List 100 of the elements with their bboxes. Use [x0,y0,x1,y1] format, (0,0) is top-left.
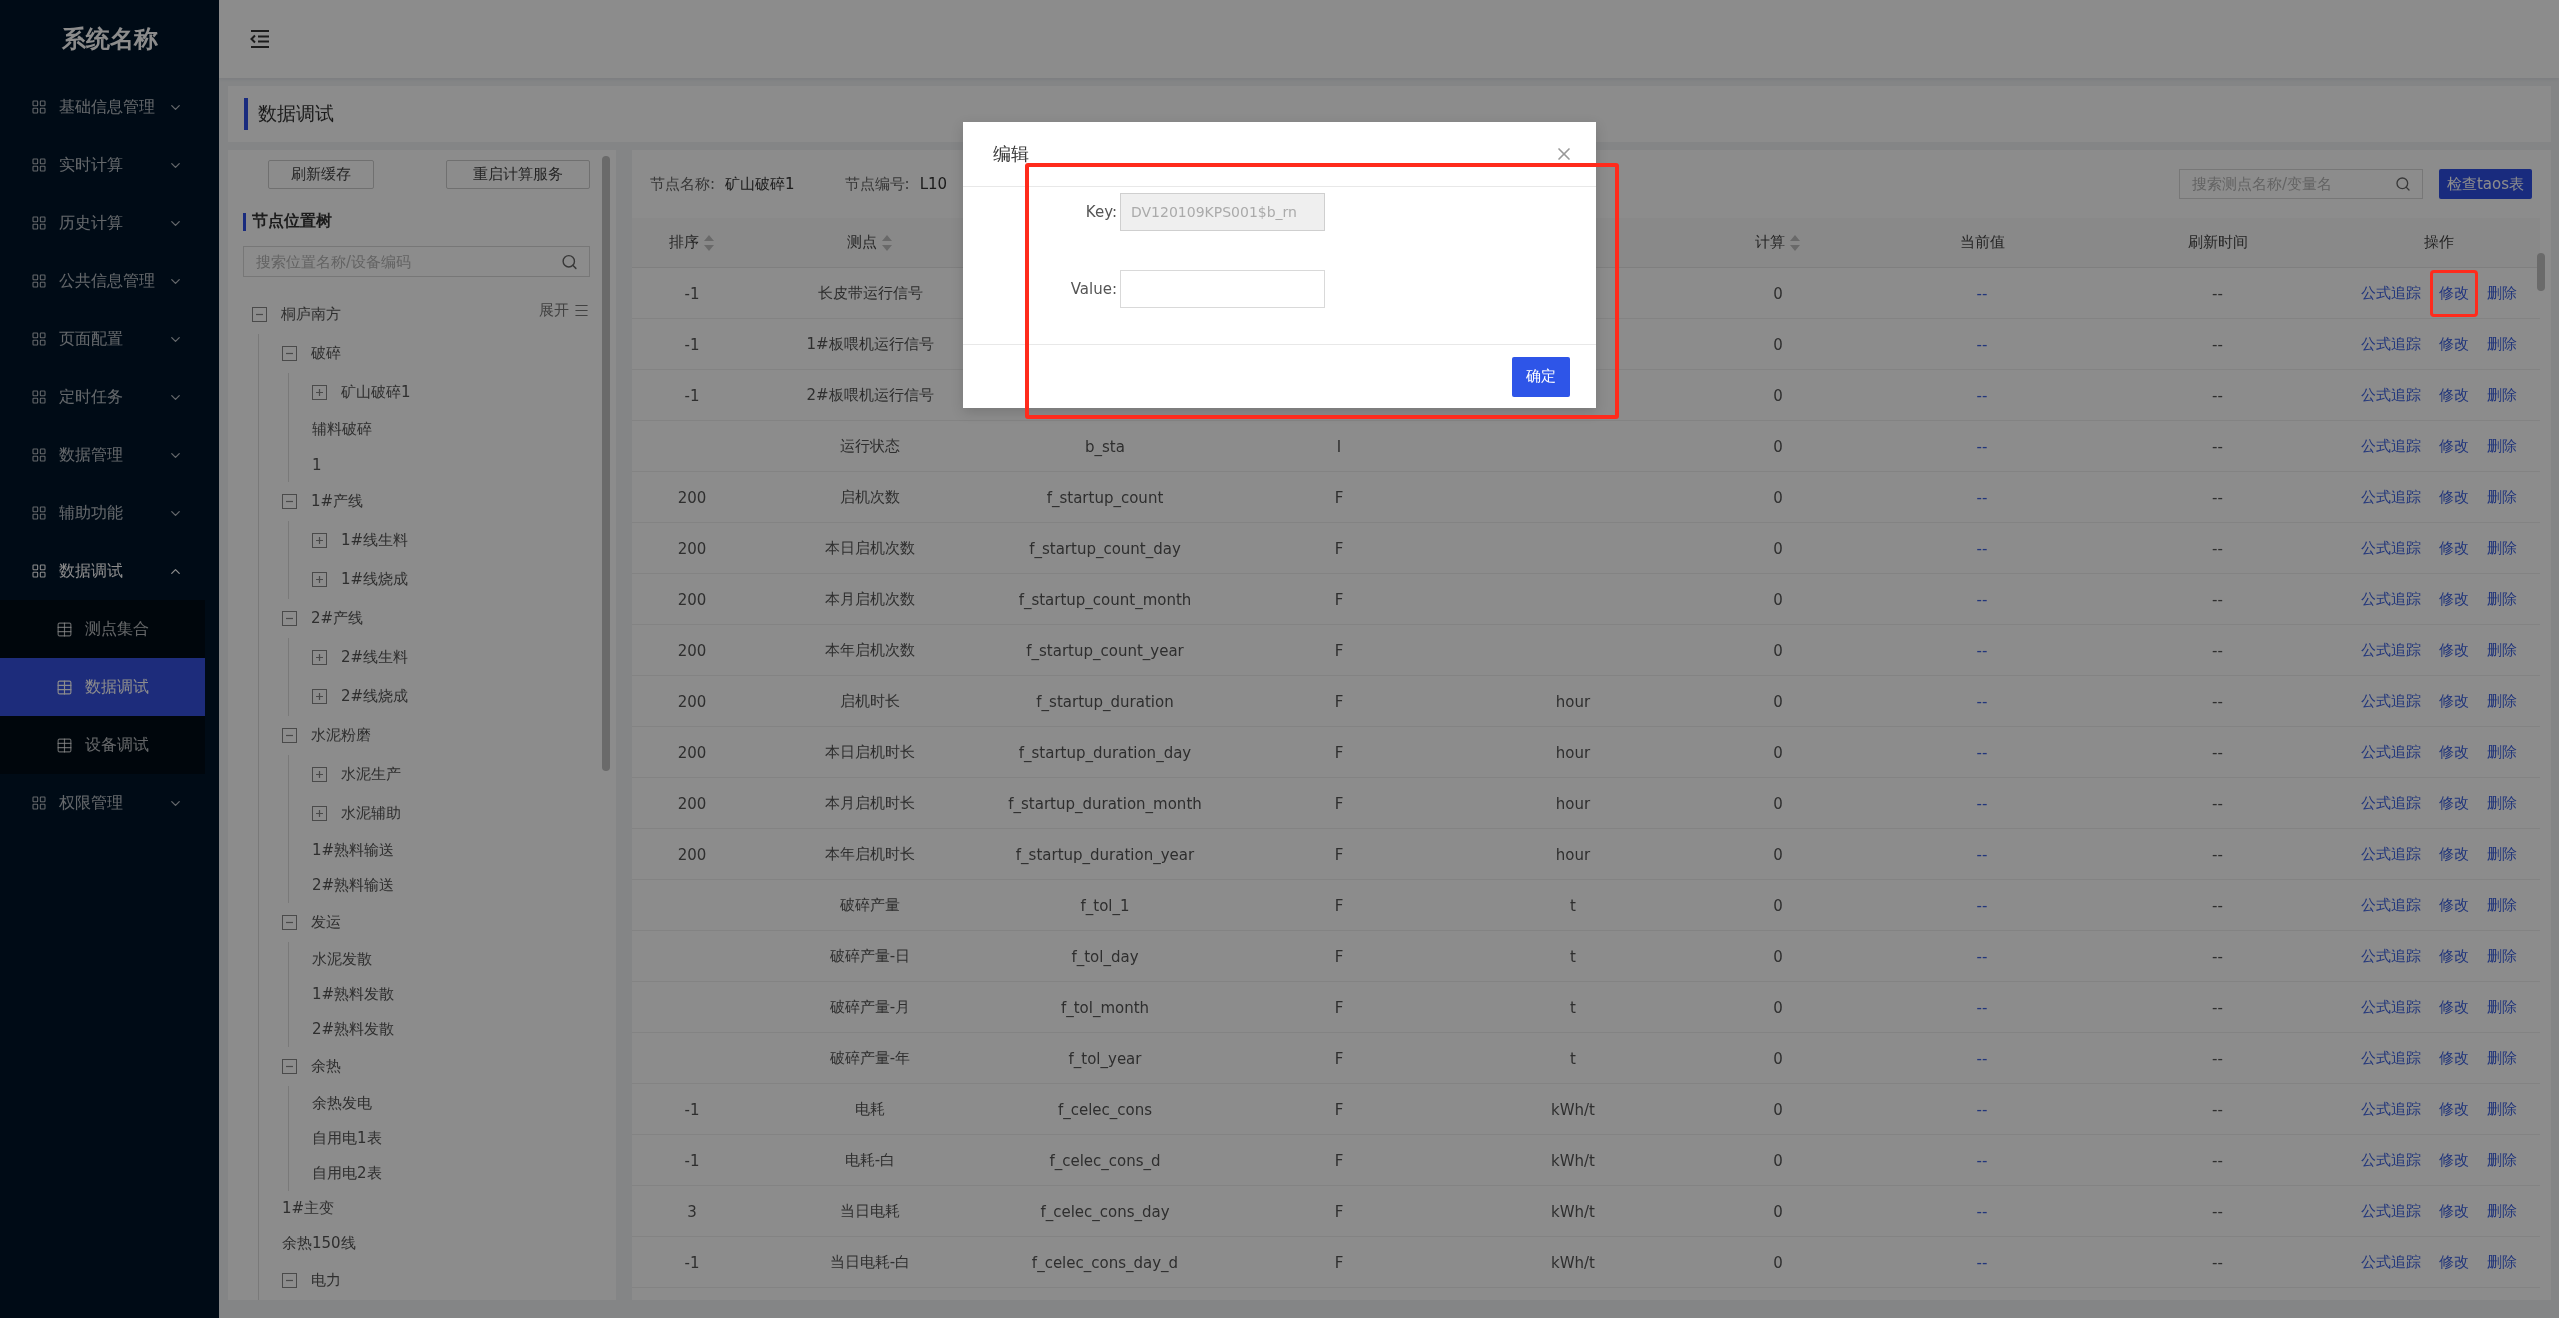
tree-node[interactable]: 1#熟料发散 [312,985,395,1004]
sidebar-item[interactable]: 定时任务 [0,368,205,426]
action-link[interactable]: 删除 [2486,692,2517,711]
tree-node[interactable]: 1#线生料 [341,531,409,550]
tree-node[interactable]: 余热发电 [312,1094,372,1113]
action-link[interactable]: 公式追踪 [2360,641,2421,660]
action-link[interactable]: 公式追踪 [2360,947,2421,966]
collapse-icon[interactable] [282,915,297,930]
collapse-icon[interactable] [282,728,297,743]
column-header[interactable]: 计算 [1755,233,1801,252]
action-link[interactable]: 修改 [2429,270,2478,317]
collapse-icon[interactable] [282,346,297,361]
column-header[interactable]: 排序 [669,233,715,252]
action-link[interactable]: 修改 [2438,896,2469,915]
action-link[interactable]: 公式追踪 [2360,488,2421,507]
sidebar-subitem[interactable]: 设备调试 [0,716,205,774]
action-link[interactable]: 删除 [2486,743,2517,762]
action-link[interactable]: 公式追踪 [2360,794,2421,813]
tree-node[interactable]: 水泥粉磨 [311,726,371,745]
expand-icon[interactable] [312,650,327,665]
action-link[interactable]: 修改 [2438,947,2469,966]
toolbar-button[interactable]: 重启计算服务 [446,160,590,189]
collapse-icon[interactable] [282,494,297,509]
action-link[interactable]: 修改 [2438,488,2469,507]
tree-node[interactable]: 1#产线 [311,492,364,511]
tree-node[interactable]: 自用电2表 [312,1164,382,1183]
tree-node[interactable]: 2#线生料 [341,648,409,667]
action-link[interactable]: 删除 [2486,947,2517,966]
action-link[interactable]: 删除 [2486,845,2517,864]
sidebar-item[interactable]: 公共信息管理 [0,252,205,310]
sidebar-item[interactable]: 辅助功能 [0,484,205,542]
action-link[interactable]: 修改 [2438,1100,2469,1119]
action-link[interactable]: 删除 [2486,1253,2517,1272]
action-link[interactable]: 公式追踪 [2360,284,2421,303]
sidebar-item[interactable]: 权限管理 [0,774,205,832]
action-link[interactable]: 删除 [2486,488,2517,507]
action-link[interactable]: 修改 [2438,692,2469,711]
tree-node[interactable]: 1#主变 [282,1199,335,1218]
action-link[interactable]: 公式追踪 [2360,1100,2421,1119]
tree-node[interactable]: 余热 [311,1057,341,1076]
sort-icon[interactable] [703,233,715,252]
action-link[interactable]: 修改 [2438,1151,2469,1170]
tree-node[interactable]: 1#线烧成 [341,570,409,589]
input-field[interactable] [1120,270,1325,308]
tree-node[interactable]: 余热150线 [282,1234,356,1253]
expand-icon[interactable] [312,533,327,548]
tree-node[interactable]: 2#线烧成 [341,687,409,706]
action-link[interactable]: 删除 [2486,1049,2517,1068]
menu-fold-icon[interactable] [249,29,271,49]
action-link[interactable]: 公式追踪 [2360,845,2421,864]
tree-node[interactable]: 2#产线 [311,609,364,628]
tree-node[interactable]: 自用电1表 [312,1129,382,1148]
action-link[interactable]: 公式追踪 [2360,743,2421,762]
sidebar-item[interactable]: 数据调试 [0,542,205,600]
sidebar-item[interactable]: 页面配置 [0,310,205,368]
tree-node[interactable]: 1 [312,455,322,474]
scrollbar[interactable] [2537,253,2545,291]
action-link[interactable]: 修改 [2438,845,2469,864]
action-link[interactable]: 删除 [2486,794,2517,813]
expand-icon[interactable] [312,767,327,782]
tree-node[interactable]: 2#熟料输送 [312,876,395,895]
sidebar-item[interactable]: 实时计算 [0,136,205,194]
toolbar-button[interactable]: 刷新缓存 [268,160,374,189]
action-link[interactable]: 删除 [2486,539,2517,558]
action-link[interactable]: 修改 [2438,1202,2469,1221]
sidebar-item[interactable]: 基础信息管理 [0,78,205,136]
expand-icon[interactable] [312,572,327,587]
action-link[interactable]: 公式追踪 [2360,1049,2421,1068]
action-link[interactable]: 删除 [2486,1100,2517,1119]
action-link[interactable]: 修改 [2438,386,2469,405]
action-link[interactable]: 修改 [2438,743,2469,762]
action-link[interactable]: 公式追踪 [2360,1151,2421,1170]
check-table-button[interactable]: 检查taos表 [2438,169,2532,199]
action-link[interactable]: 公式追踪 [2360,539,2421,558]
action-link[interactable]: 公式追踪 [2360,692,2421,711]
action-link[interactable]: 公式追踪 [2360,335,2421,354]
tree-node[interactable]: 水泥辅助 [341,804,401,823]
action-link[interactable]: 修改 [2438,998,2469,1017]
expand-all-toggle[interactable]: 展开 [539,301,590,320]
expand-icon[interactable] [312,689,327,704]
action-link[interactable]: 修改 [2438,1049,2469,1068]
action-link[interactable]: 修改 [2438,794,2469,813]
tree-node[interactable]: 水泥发散 [312,950,372,969]
action-link[interactable]: 公式追踪 [2360,1253,2421,1272]
action-link[interactable]: 删除 [2486,1151,2517,1170]
expand-icon[interactable] [312,385,327,400]
action-link[interactable]: 删除 [2486,284,2517,303]
action-link[interactable]: 修改 [2438,641,2469,660]
sort-icon[interactable] [881,233,893,252]
action-link[interactable]: 公式追踪 [2360,896,2421,915]
tree-node[interactable]: 2#熟料发散 [312,1020,395,1039]
collapse-icon[interactable] [282,611,297,626]
tree-node[interactable]: 电力 [311,1271,341,1290]
action-link[interactable]: 删除 [2486,998,2517,1017]
action-link[interactable]: 修改 [2438,437,2469,456]
sidebar-subitem[interactable]: 数据调试 [0,658,205,716]
collapse-icon[interactable] [282,1273,297,1288]
expand-icon[interactable] [312,806,327,821]
action-link[interactable]: 删除 [2486,335,2517,354]
collapse-icon[interactable] [282,1059,297,1074]
